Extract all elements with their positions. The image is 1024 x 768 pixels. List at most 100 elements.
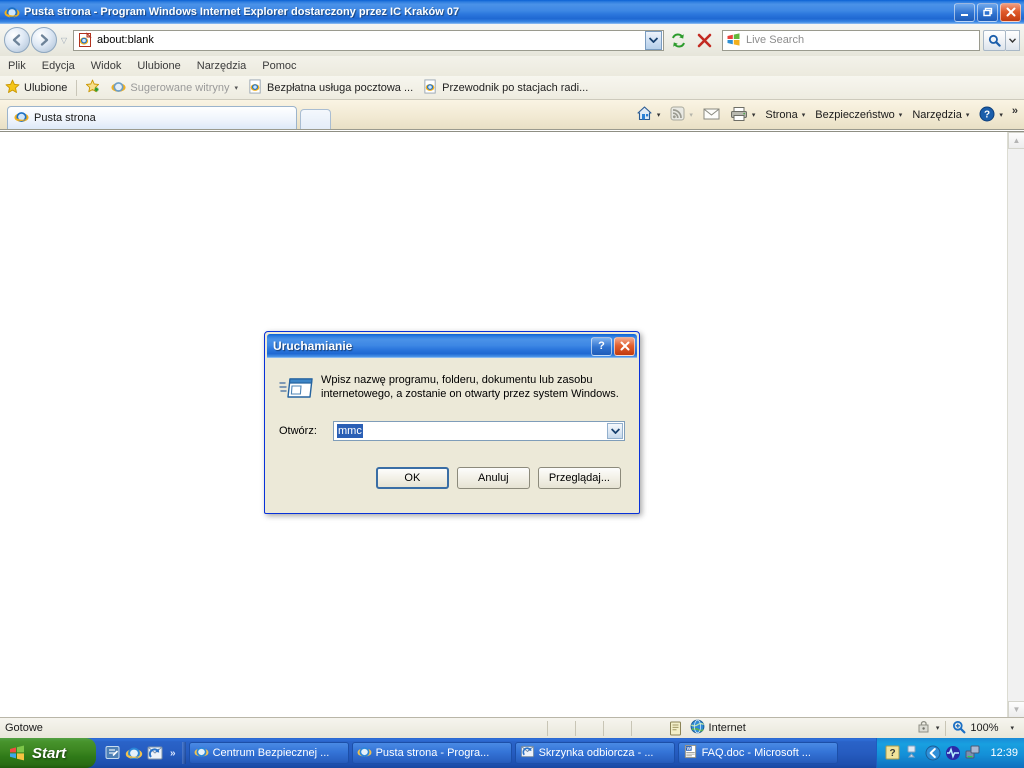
dialog-message-row: Wpisz nazwę programu, folderu, dokumentu… [279, 372, 625, 405]
open-input[interactable]: mmc [337, 424, 363, 438]
home-button[interactable]: ▾ [631, 104, 666, 126]
favorites-link-mail[interactable]: Bezpłatna usługa pocztowa ... [243, 78, 418, 98]
chevron-down-icon[interactable]: ▾ [752, 111, 756, 119]
menu-item-favorites[interactable]: Ulubione [129, 58, 188, 74]
show-desktop-icon[interactable] [104, 744, 122, 762]
protected-mode-button[interactable]: ▾ [916, 719, 940, 737]
chevron-down-icon[interactable]: ▾ [936, 724, 940, 732]
desktop: Pusta strona - Program Windows Internet … [0, 0, 1024, 768]
address-dropdown-button[interactable] [645, 30, 662, 50]
network-tray-icon[interactable] [965, 745, 981, 761]
address-toolbar: ▽ about:blank Live Search [0, 24, 1024, 56]
command-bar-overflow-button[interactable]: » [1008, 105, 1022, 125]
read-mail-button[interactable] [698, 104, 725, 126]
start-label: Start [32, 744, 67, 762]
clock[interactable]: 12:39 [990, 747, 1018, 759]
recent-pages-caret[interactable]: ▽ [57, 36, 71, 45]
scroll-up-button[interactable]: ▲ [1008, 132, 1024, 149]
window-controls [954, 2, 1021, 22]
address-bar[interactable]: about:blank [73, 29, 664, 51]
protected-mode-icon [669, 721, 682, 736]
tab-pusta-strona[interactable]: Pusta strona [7, 106, 297, 129]
outlook-icon[interactable] [146, 744, 164, 762]
updates-tray-icon[interactable] [905, 745, 921, 761]
menu-item-view[interactable]: Widok [83, 58, 130, 74]
feeds-button[interactable]: ▾ [665, 104, 698, 126]
menu-item-tools[interactable]: Narzędzia [189, 58, 255, 74]
ie-icon[interactable] [125, 744, 143, 762]
shield-tray-icon[interactable] [925, 745, 941, 761]
ie-icon [357, 744, 372, 762]
vertical-scrollbar[interactable]: ▲ ▼ [1007, 132, 1024, 718]
tools-menu-button[interactable]: Narzędzia ▾ [907, 104, 974, 126]
taskbar-item-skrzynka[interactable]: Skrzynka odbiorcza - ... [514, 742, 675, 764]
stop-button[interactable] [692, 28, 716, 52]
new-tab-button[interactable] [300, 109, 331, 129]
address-value[interactable]: about:blank [97, 34, 645, 46]
windows-logo-icon [726, 32, 742, 48]
dialog-help-button[interactable]: ? [591, 336, 612, 356]
print-button[interactable]: ▾ [725, 104, 761, 126]
taskbar: Start » Centrum Bezpiecznej ... Pusta st… [0, 738, 1024, 768]
help-tray-icon[interactable]: ? [885, 745, 901, 761]
taskbar-item-label: Centrum Bezpiecznej ... [212, 747, 330, 759]
search-go-button[interactable] [983, 29, 1006, 51]
maximize-button[interactable] [977, 2, 998, 22]
word-icon: W [683, 744, 698, 762]
windows-flag-icon [8, 744, 26, 762]
security-zone[interactable]: Internet [690, 719, 746, 737]
favorites-link-radio[interactable]: Przewodnik po stacjach radi... [418, 78, 593, 98]
chevron-down-icon[interactable]: ▾ [1010, 724, 1014, 732]
page-menu-label: Strona [765, 109, 798, 121]
ie-icon [194, 744, 209, 762]
start-button[interactable]: Start [0, 738, 96, 768]
taskbar-item-pusta-strona[interactable]: Pusta strona - Progra... [351, 742, 512, 764]
taskbar-divider [181, 742, 186, 764]
refresh-button[interactable] [666, 28, 690, 52]
dialog-button-row: OK Anuluj Przeglądaj... [279, 467, 625, 489]
taskbar-item-faq-doc[interactable]: W FAQ.doc - Microsoft ... [677, 742, 838, 764]
window-title-bar: Pusta strona - Program Windows Internet … [0, 0, 1024, 24]
sound-tray-icon[interactable] [945, 745, 961, 761]
forward-button[interactable] [31, 27, 57, 53]
page-menu-button[interactable]: Strona ▾ [760, 104, 810, 126]
menu-item-file[interactable]: Plik [0, 58, 34, 74]
chevron-down-icon: ▾ [965, 112, 970, 119]
favorites-bar: Ulubione Sugerowane witryny ▾ Bezpłatna … [0, 76, 1024, 100]
scroll-down-button[interactable]: ▼ [1008, 701, 1024, 718]
menu-item-edit[interactable]: Edycja [34, 58, 83, 74]
search-input[interactable]: Live Search [746, 34, 979, 46]
status-bar: Gotowe Internet ▾ 100% ▾ [0, 717, 1024, 738]
lock-icon [916, 719, 932, 737]
add-to-favorites-button[interactable] [81, 78, 106, 98]
rss-feed-icon [670, 106, 685, 124]
open-dropdown-button[interactable] [607, 423, 623, 439]
help-menu-button[interactable]: ? ▾ [974, 104, 1008, 126]
taskbar-items: Centrum Bezpiecznej ... Pusta strona - P… [188, 738, 877, 768]
favorites-link-label: Bezpłatna usługa pocztowa ... [267, 81, 414, 94]
ok-button[interactable]: OK [375, 467, 449, 489]
chevron-down-icon: ▾ [234, 84, 238, 92]
search-box[interactable]: Live Search [722, 29, 980, 51]
chevron-down-icon[interactable]: ▾ [657, 111, 661, 119]
ie-icon [14, 109, 29, 127]
quick-launch-overflow[interactable]: » [170, 748, 176, 759]
zoom-control[interactable]: 100% ▾ [952, 720, 1014, 737]
status-divider [546, 720, 548, 736]
favorites-button[interactable]: Ulubione [0, 78, 72, 98]
back-button[interactable] [4, 27, 30, 53]
menu-item-help[interactable]: Pomoc [254, 58, 304, 74]
safety-menu-button[interactable]: Bezpieczeństwo ▾ [810, 104, 907, 126]
open-combobox[interactable]: mmc [333, 421, 625, 441]
cancel-button[interactable]: Anuluj [456, 467, 530, 489]
search-options-caret[interactable] [1006, 29, 1020, 51]
quick-launch-bar: » [96, 738, 182, 768]
star-icon [5, 79, 20, 97]
close-button[interactable] [1000, 2, 1021, 22]
suggested-sites-button[interactable]: Sugerowane witryny ▾ [106, 78, 243, 98]
minimize-button[interactable] [954, 2, 975, 22]
dialog-close-button[interactable] [614, 336, 635, 356]
taskbar-item-centrum[interactable]: Centrum Bezpiecznej ... [188, 742, 349, 764]
browse-button[interactable]: Przeglądaj... [537, 467, 621, 489]
outlook-icon [520, 744, 535, 762]
